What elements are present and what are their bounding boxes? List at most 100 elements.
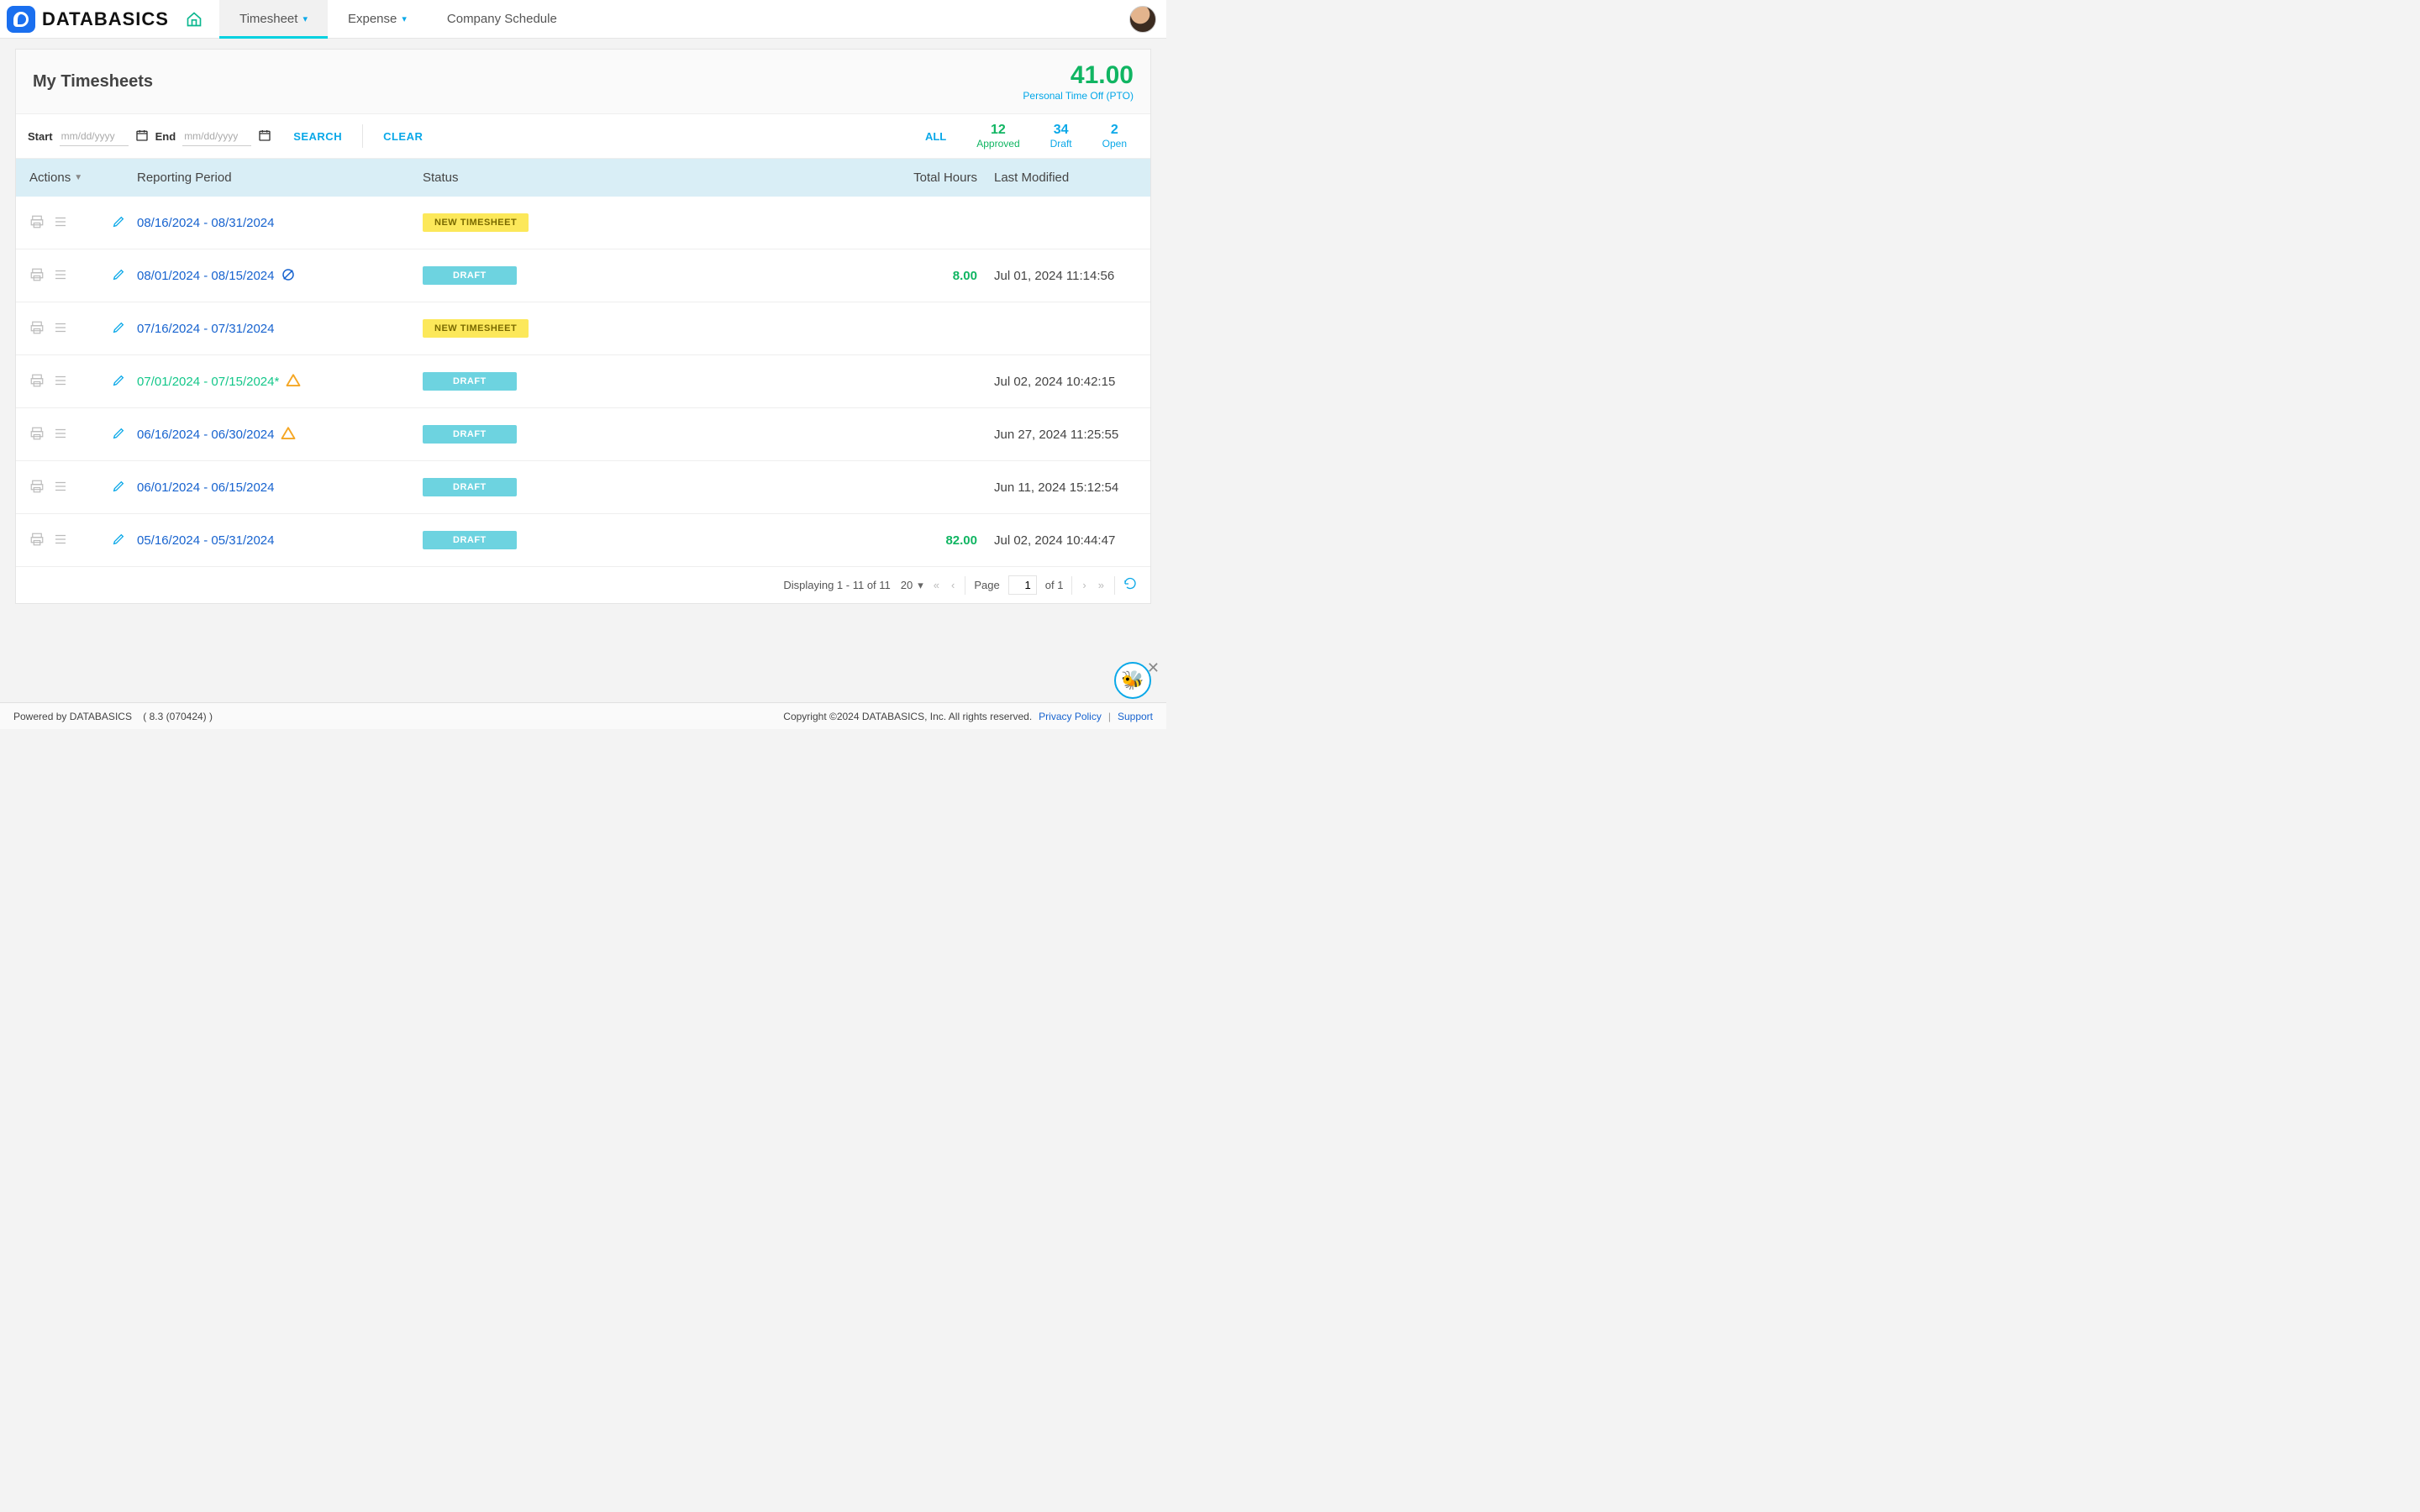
print-icon[interactable] xyxy=(29,320,45,338)
table-header: Actions ▼ Reporting Period Status Total … xyxy=(16,159,1150,197)
period-link[interactable]: 07/01/2024 - 07/15/2024* xyxy=(137,375,279,389)
menu-icon[interactable] xyxy=(53,267,68,285)
tab-timesheet[interactable]: Timesheet ▾ xyxy=(219,0,328,38)
filter-approved[interactable]: 12 Approved xyxy=(976,123,1019,150)
separator: | xyxy=(1108,711,1111,722)
period-link[interactable]: 05/16/2024 - 05/31/2024 xyxy=(137,533,274,548)
page-label: Page xyxy=(974,579,999,591)
bee-icon: 🐝 xyxy=(1121,669,1144,691)
col-total-hours[interactable]: Total Hours xyxy=(893,171,994,185)
table-row: 07/16/2024 - 07/31/2024NEW TIMESHEET xyxy=(16,302,1150,355)
menu-icon[interactable] xyxy=(53,320,68,338)
next-page-icon[interactable]: › xyxy=(1081,579,1087,591)
start-label: Start xyxy=(28,130,53,143)
top-nav: DATABASICS Timesheet ▾ Expense ▾ Company… xyxy=(0,0,1166,39)
total-hours: 82.00 xyxy=(893,533,994,548)
approved-label: Approved xyxy=(976,138,1019,150)
edit-icon[interactable] xyxy=(112,374,125,390)
period-link[interactable]: 07/16/2024 - 07/31/2024 xyxy=(137,322,274,336)
end-label: End xyxy=(155,130,176,143)
tab-expense-label: Expense xyxy=(348,12,397,26)
end-date-input[interactable] xyxy=(182,127,251,146)
last-page-icon[interactable]: » xyxy=(1097,579,1106,591)
separator xyxy=(1114,576,1115,595)
page-container: My Timesheets 41.00 Personal Time Off (P… xyxy=(15,49,1151,604)
filter-draft[interactable]: 34 Draft xyxy=(1050,123,1072,150)
refresh-icon[interactable] xyxy=(1123,577,1137,593)
print-icon[interactable] xyxy=(29,267,45,285)
separator xyxy=(362,124,363,148)
edit-icon[interactable] xyxy=(112,268,125,284)
clear-button[interactable]: CLEAR xyxy=(383,130,423,143)
open-label: Open xyxy=(1102,138,1127,150)
print-icon[interactable] xyxy=(29,532,45,549)
warning-icon xyxy=(286,373,301,391)
filter-all[interactable]: ALL xyxy=(925,130,946,143)
edit-icon[interactable] xyxy=(112,480,125,496)
footer: Powered by DATABASICS ( 8.3 (070424) ) C… xyxy=(0,702,1166,729)
menu-icon[interactable] xyxy=(53,426,68,444)
open-count: 2 xyxy=(1102,123,1127,138)
warning-icon xyxy=(281,426,296,444)
page-input[interactable] xyxy=(1008,575,1037,595)
approved-count: 12 xyxy=(976,123,1019,138)
col-reporting-period[interactable]: Reporting Period xyxy=(137,171,423,185)
start-date-input[interactable] xyxy=(60,127,129,146)
avatar[interactable] xyxy=(1129,6,1156,33)
table-row: 06/16/2024 - 06/30/2024DRAFTJun 27, 2024… xyxy=(16,408,1150,461)
total-hours: 8.00 xyxy=(893,269,994,283)
edit-icon[interactable] xyxy=(112,427,125,443)
col-actions[interactable]: Actions ▼ xyxy=(29,171,112,185)
table-row: 08/01/2024 - 08/15/2024DRAFT8.00Jul 01, … xyxy=(16,249,1150,302)
copyright: Copyright ©2024 DATABASICS, Inc. All rig… xyxy=(783,711,1032,722)
help-bubble[interactable]: 🐝 xyxy=(1114,662,1151,699)
prev-page-icon[interactable]: ‹ xyxy=(950,579,956,591)
page-size: 20 xyxy=(901,579,913,591)
menu-icon[interactable] xyxy=(53,373,68,391)
tab-timesheet-label: Timesheet xyxy=(239,12,297,26)
menu-icon[interactable] xyxy=(53,214,68,232)
home-icon[interactable] xyxy=(186,11,203,28)
filter-open[interactable]: 2 Open xyxy=(1102,123,1127,150)
first-page-icon[interactable]: « xyxy=(932,579,941,591)
calendar-icon[interactable] xyxy=(135,129,149,144)
tab-company-schedule[interactable]: Company Schedule xyxy=(427,0,577,38)
print-icon[interactable] xyxy=(29,373,45,391)
tab-schedule-label: Company Schedule xyxy=(447,12,557,26)
draft-label: Draft xyxy=(1050,138,1072,150)
print-icon[interactable] xyxy=(29,426,45,444)
edit-icon[interactable] xyxy=(112,533,125,549)
edit-icon[interactable] xyxy=(112,321,125,337)
print-icon[interactable] xyxy=(29,214,45,232)
table-row: 07/01/2024 - 07/15/2024*DRAFTJul 02, 202… xyxy=(16,355,1150,408)
period-link[interactable]: 06/16/2024 - 06/30/2024 xyxy=(137,428,274,442)
col-status[interactable]: Status xyxy=(423,171,893,185)
filter-bar: Start End SEARCH CLEAR ALL 12 Approved 3… xyxy=(16,114,1150,159)
search-button[interactable]: SEARCH xyxy=(293,130,342,143)
last-modified: Jul 01, 2024 11:14:56 xyxy=(994,269,1137,283)
calendar-icon[interactable] xyxy=(258,129,271,144)
chevron-down-icon: ▾ xyxy=(302,13,308,24)
table-row: 06/01/2024 - 06/15/2024DRAFTJun 11, 2024… xyxy=(16,461,1150,514)
privacy-link[interactable]: Privacy Policy xyxy=(1039,711,1102,722)
support-link[interactable]: Support xyxy=(1118,711,1153,722)
status-badge: NEW TIMESHEET xyxy=(423,213,529,232)
menu-icon[interactable] xyxy=(53,479,68,496)
brand-name: DATABASICS xyxy=(42,8,169,30)
print-icon[interactable] xyxy=(29,479,45,496)
hidden-icon xyxy=(281,267,296,285)
pto-block[interactable]: 41.00 Personal Time Off (PTO) xyxy=(1023,61,1134,102)
col-last-modified[interactable]: Last Modified xyxy=(994,171,1137,185)
menu-icon[interactable] xyxy=(53,532,68,549)
edit-icon[interactable] xyxy=(112,215,125,231)
powered-by: Powered by DATABASICS xyxy=(13,711,132,722)
last-modified: Jun 11, 2024 15:12:54 xyxy=(994,480,1137,495)
tab-expense[interactable]: Expense ▾ xyxy=(328,0,427,38)
status-badge: DRAFT xyxy=(423,372,517,391)
page-title: My Timesheets xyxy=(33,72,153,92)
chevron-down-icon[interactable]: ▾ xyxy=(918,579,923,592)
page-of: of 1 xyxy=(1045,579,1064,591)
period-link[interactable]: 06/01/2024 - 06/15/2024 xyxy=(137,480,274,495)
period-link[interactable]: 08/01/2024 - 08/15/2024 xyxy=(137,269,274,283)
period-link[interactable]: 08/16/2024 - 08/31/2024 xyxy=(137,216,274,230)
